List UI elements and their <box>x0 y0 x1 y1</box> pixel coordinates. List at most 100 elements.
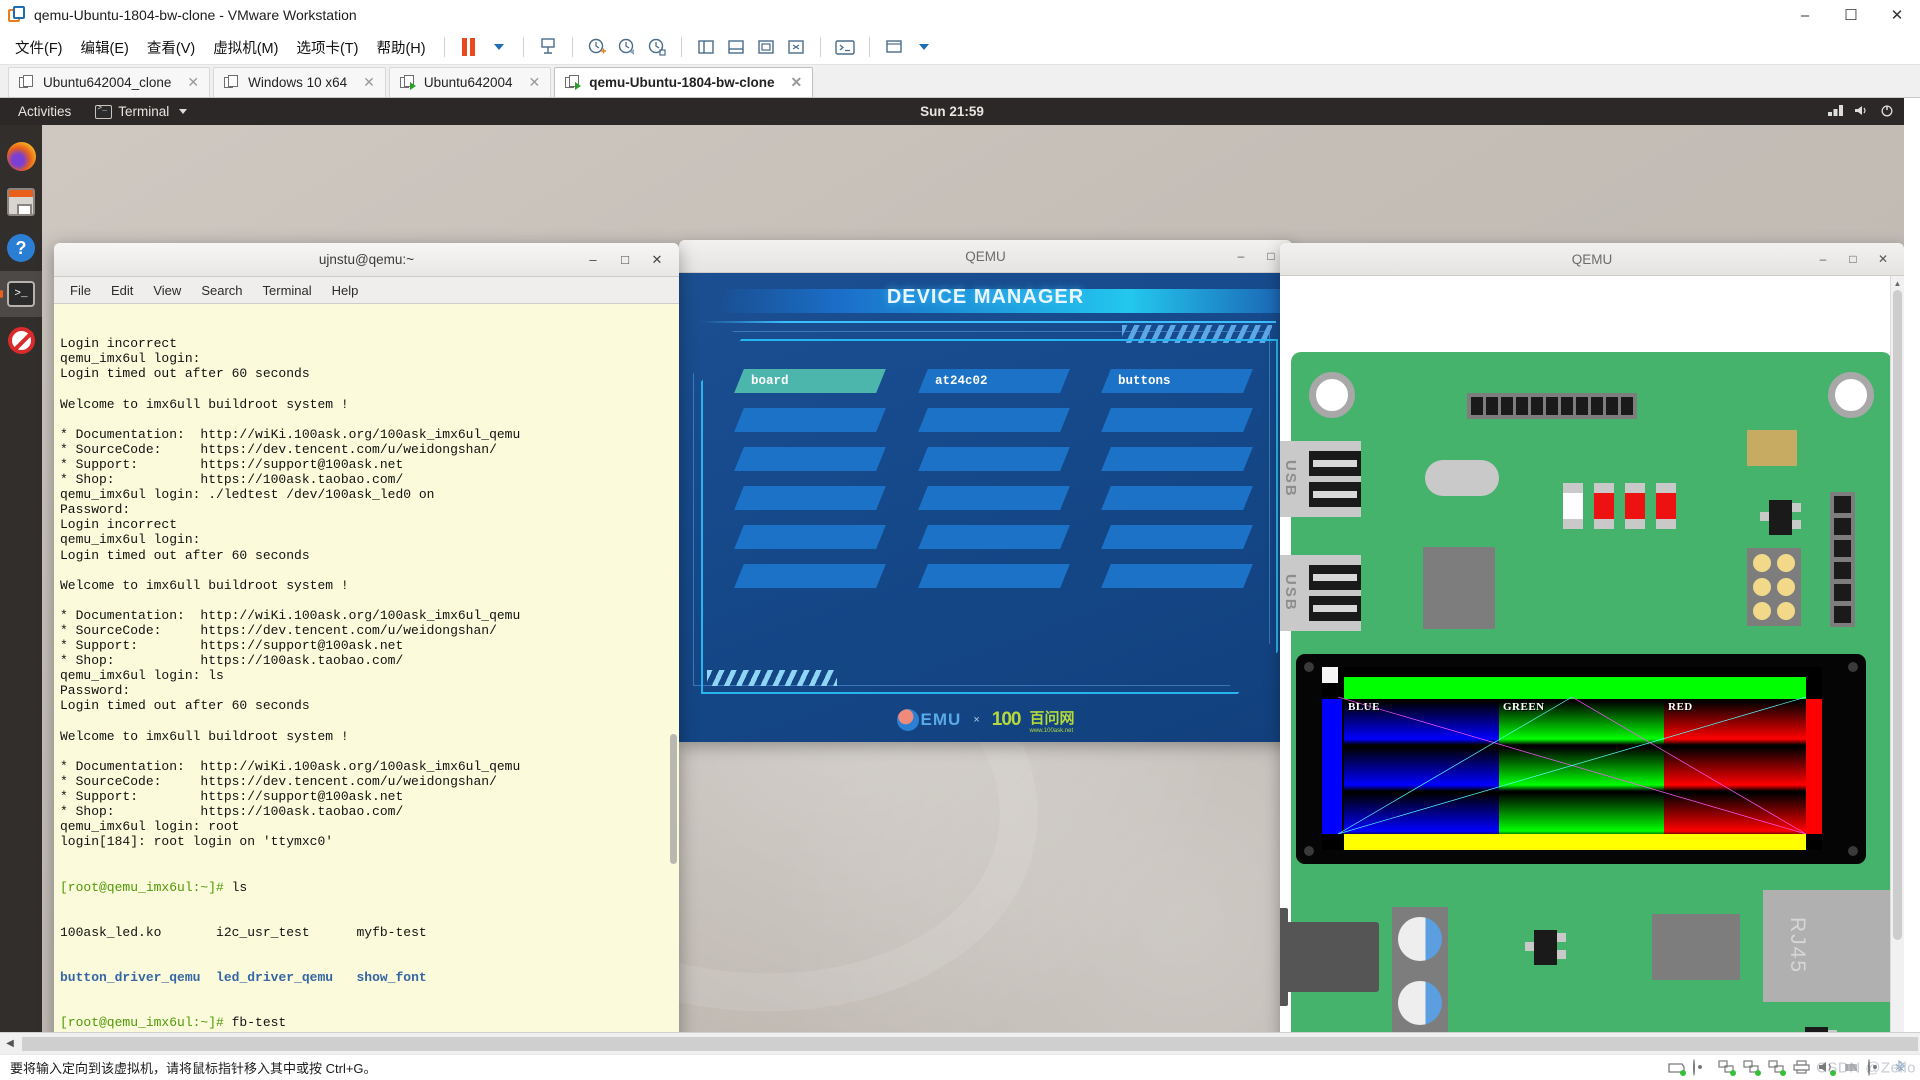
device-manager-screen[interactable]: DEVICE MANAGER board at24c02 buttons EMU ×… <box>679 273 1292 742</box>
pause-icon[interactable] <box>454 34 484 60</box>
dock-item-terminal[interactable]: >_ <box>0 271 42 317</box>
window-title: qemu-Ubuntu-1804-bw-clone - VMware Works… <box>34 7 357 23</box>
guest-scroll-thumb[interactable] <box>22 1036 1918 1051</box>
close-icon[interactable]: ✕ <box>775 74 803 91</box>
qemu-board-maximize-button[interactable]: □ <box>1838 243 1868 276</box>
menu-tabs[interactable]: 选项卡(T) <box>287 33 367 62</box>
show-sidebar-icon[interactable] <box>691 34 721 60</box>
preferences-chevron-icon[interactable] <box>909 34 939 60</box>
menu-file[interactable]: 文件(F) <box>6 33 72 62</box>
terminal-menu-help[interactable]: Help <box>324 281 367 300</box>
terminal-minimize-button[interactable]: – <box>577 243 609 277</box>
cdrom-icon[interactable] <box>1693 1059 1710 1076</box>
chevron-down-icon[interactable] <box>484 34 514 60</box>
device-cell-empty[interactable] <box>734 525 886 549</box>
terminal-maximize-button[interactable]: □ <box>609 243 641 277</box>
device-cell-empty[interactable] <box>917 525 1070 549</box>
ask-brand-url: www.100ask.net <box>1029 727 1074 734</box>
terminal-menu-edit[interactable]: Edit <box>103 281 141 300</box>
board-render-area[interactable]: USB USB BLUE GREEN RED RJ45 ▲ <box>1280 276 1904 1032</box>
device-cell-buttons[interactable]: buttons <box>1101 369 1253 393</box>
menu-edit[interactable]: 编辑(E) <box>72 33 138 62</box>
watermark: CSDN @Zeilo <box>1816 1059 1916 1076</box>
power-icon <box>1880 104 1894 120</box>
qemu-board-window[interactable]: QEMU – □ ✕ USB USB BLUE GREEN RED RJ45 ▲ <box>1280 243 1904 1032</box>
menu-vm[interactable]: 虚拟机(M) <box>204 33 287 62</box>
device-cell-empty[interactable] <box>1101 447 1253 471</box>
board-vertical-scrollbar[interactable]: ▲ ▼ <box>1890 276 1904 1032</box>
close-button[interactable]: ✕ <box>1874 0 1920 30</box>
dock-item-forbidden[interactable] <box>0 317 42 363</box>
manage-snapshots-icon[interactable] <box>642 34 672 60</box>
app-menu-terminal[interactable]: Terminal <box>95 104 188 119</box>
show-thumbnails-icon[interactable] <box>721 34 751 60</box>
chip-2 <box>1652 914 1740 980</box>
console-icon[interactable] <box>830 34 860 60</box>
guest-horizontal-scrollbar[interactable]: ◀ <box>0 1032 1920 1054</box>
device-cell-empty[interactable] <box>917 447 1070 471</box>
qemu-dm-minimize-button[interactable]: – <box>1226 240 1256 273</box>
snapshot-manager-icon[interactable] <box>533 34 563 60</box>
close-icon[interactable]: ✕ <box>347 74 375 91</box>
take-snapshot-icon[interactable] <box>582 34 612 60</box>
network-adapter-3-icon[interactable] <box>1768 1060 1786 1076</box>
terminal-window[interactable]: ujnstu@qemu:~ – □ ✕ File Edit View Searc… <box>54 243 679 1032</box>
vm-tab-ubuntu642004[interactable]: Ubuntu642004 ✕ <box>388 67 552 97</box>
device-cell-empty[interactable] <box>1101 408 1253 432</box>
vm-tab-ubuntu642004-clone[interactable]: Ubuntu642004_clone ✕ <box>8 67 211 97</box>
network-adapter-icon[interactable] <box>1718 1060 1736 1076</box>
dock-item-files[interactable] <box>0 179 42 225</box>
qemu-device-manager-window[interactable]: QEMU – □ DEVICE MANAGER board at24c02 butt… <box>679 240 1292 742</box>
close-icon[interactable]: ✕ <box>171 74 199 91</box>
device-cell-empty[interactable] <box>734 486 886 510</box>
terminal-scrollbar[interactable] <box>670 734 677 864</box>
lcd-panel: BLUE GREEN RED <box>1296 654 1866 864</box>
device-cell-empty[interactable] <box>1101 486 1253 510</box>
terminal-menu-view[interactable]: View <box>145 281 189 300</box>
minimize-button[interactable]: – <box>1782 0 1828 30</box>
vm-tab-qemu-ubuntu-1804-bw-clone[interactable]: qemu-Ubuntu-1804-bw-clone ✕ <box>554 67 814 97</box>
device-cell-empty[interactable] <box>1101 525 1253 549</box>
hard-disk-icon[interactable] <box>1668 1060 1686 1076</box>
menu-view[interactable]: 查看(V) <box>138 33 204 62</box>
terminal-close-button[interactable]: ✕ <box>641 243 673 277</box>
close-icon[interactable]: ✕ <box>513 74 541 91</box>
device-cell-empty[interactable] <box>917 564 1070 588</box>
activities-button[interactable]: Activities <box>10 104 79 119</box>
dock-item-help[interactable]: ? <box>0 225 42 271</box>
network-adapter-2-icon[interactable] <box>1743 1060 1761 1076</box>
preferences-icon[interactable] <box>879 34 909 60</box>
maximize-button[interactable]: ☐ <box>1828 0 1874 30</box>
guest-screen[interactable]: Activities Terminal Sun 21:59 <box>0 98 1904 1032</box>
terminal-line: Login timed out after 60 seconds <box>60 547 310 563</box>
menu-help[interactable]: 帮助(H) <box>367 33 434 62</box>
device-cell-empty[interactable] <box>917 486 1070 510</box>
terminal-output[interactable]: Login incorrect qemu_imx6ul login: Login t… <box>54 304 679 1032</box>
scroll-up-icon[interactable]: ▲ <box>1891 276 1904 290</box>
clock[interactable]: Sun 21:59 <box>920 104 984 119</box>
vertical-scroll-thumb[interactable] <box>1893 290 1902 940</box>
qemu-logo: EMU <box>896 709 962 731</box>
revert-snapshot-icon[interactable] <box>612 34 642 60</box>
terminal-line: Login incorrect <box>60 336 178 352</box>
unity-mode-icon[interactable] <box>781 34 811 60</box>
system-tray[interactable] <box>1828 104 1894 120</box>
guest-scroll-left-icon[interactable]: ◀ <box>0 1034 20 1054</box>
fullscreen-icon[interactable] <box>751 34 781 60</box>
device-cell-empty[interactable] <box>917 408 1070 432</box>
device-cell-empty[interactable] <box>734 564 886 588</box>
dock-item-firefox[interactable] <box>0 133 42 179</box>
qemu-board-close-button[interactable]: ✕ <box>1868 243 1898 276</box>
device-cell-empty[interactable] <box>1101 564 1253 588</box>
terminal-menu-search[interactable]: Search <box>193 281 250 300</box>
transistor-2 <box>1525 930 1566 965</box>
device-cell-empty[interactable] <box>734 447 886 471</box>
vm-tab-windows-10-x64[interactable]: Windows 10 x64 ✕ <box>213 67 386 97</box>
terminal-menu-file[interactable]: File <box>62 281 99 300</box>
qemu-board-minimize-button[interactable]: – <box>1808 243 1838 276</box>
terminal-menu-terminal[interactable]: Terminal <box>255 281 320 300</box>
printer-icon[interactable] <box>1793 1060 1810 1075</box>
device-cell-empty[interactable] <box>734 408 886 432</box>
device-cell-board[interactable]: board <box>734 369 886 393</box>
device-cell-at24c02[interactable]: at24c02 <box>917 369 1070 393</box>
